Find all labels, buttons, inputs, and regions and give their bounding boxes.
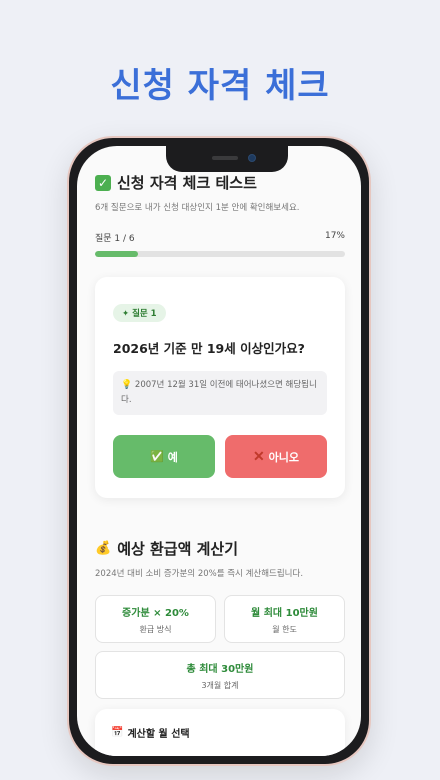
x-icon: ✕ — [252, 448, 265, 464]
month-select-card: 📅 계산할 월 선택 — [95, 709, 345, 756]
check-description: 6개 질문으로 내가 신청 대상인지 1분 안에 확인해보세요. — [95, 203, 300, 213]
calendar-icon: 📅 — [111, 727, 124, 738]
calculator-description: 2024년 대비 소비 증가분의 20%를 즉시 계산해드립니다. — [95, 569, 304, 579]
money-bag-icon: 💰 — [95, 541, 112, 556]
stat-card-total: 총 최대 30만원 3개월 합계 — [95, 651, 345, 699]
question-text: 2026년 기준 만 19세 이상인가요? — [113, 341, 305, 356]
progress-header: 질문 1 / 6 17% — [95, 231, 345, 244]
stat-card-rate: 증가분 × 20% 환급 방식 — [95, 595, 216, 643]
yes-label: 예 — [167, 451, 178, 464]
camera-icon — [248, 154, 256, 162]
stat-label: 월 한도 — [272, 624, 297, 634]
answer-buttons: ✅ 예 ✕ 아니오 — [113, 435, 327, 478]
check-title-text: 신청 자격 체크 테스트 — [117, 174, 257, 192]
no-label: 아니오 — [268, 451, 300, 464]
question-hint-text: 2007년 12월 31일 이전에 태어나셨으면 해당됩니다. — [121, 380, 317, 405]
question-hint: 💡 2007년 12월 31일 이전에 태어나셨으면 해당됩니다. — [113, 371, 327, 415]
progress-bar — [95, 251, 345, 257]
lightbulb-icon: 💡 — [121, 380, 133, 390]
progress-label: 질문 1 / 6 — [95, 234, 135, 244]
stat-card-monthly: 월 최대 10만원 월 한도 — [224, 595, 345, 643]
question-badge: ✦ 질문 1 — [113, 304, 166, 322]
no-button[interactable]: ✕ 아니오 — [225, 435, 327, 478]
stat-value: 월 최대 10만원 — [251, 607, 318, 619]
phone-screen: ✓ 신청 자격 체크 테스트 6개 질문으로 내가 신청 대상인지 1분 안에 … — [77, 146, 361, 756]
check-square-icon: ✓ — [95, 174, 111, 191]
progress-fill — [95, 251, 138, 257]
phone-notch — [166, 146, 288, 172]
question-card: ✦ 질문 1 2026년 기준 만 19세 이상인가요? 💡 2007년 12월… — [95, 277, 345, 498]
calculator-title-text: 예상 환급액 계산기 — [117, 540, 239, 558]
month-select-title: 📅 계산할 월 선택 — [111, 725, 329, 740]
phone-frame: ✓ 신청 자격 체크 테스트 6개 질문으로 내가 신청 대상인지 1분 안에 … — [67, 136, 371, 766]
stat-value: 총 최대 30만원 — [186, 663, 254, 675]
check-icon: ✅ — [150, 451, 164, 463]
stat-label: 환급 방식 — [139, 624, 172, 634]
stat-grid: 증가분 × 20% 환급 방식 월 최대 10만원 월 한도 총 최대 30만원… — [95, 595, 345, 699]
yes-button[interactable]: ✅ 예 — [113, 435, 215, 478]
check-section-title: ✓ 신청 자격 체크 테스트 — [95, 172, 345, 193]
month-title-text: 계산할 월 선택 — [127, 729, 190, 740]
stat-value: 증가분 × 20% — [122, 607, 189, 619]
stat-label: 3개월 합계 — [201, 680, 239, 690]
progress-percent: 17% — [324, 231, 345, 241]
hero-title: 신청 자격 체크 — [110, 66, 330, 106]
app-content: ✓ 신청 자격 체크 테스트 6개 질문으로 내가 신청 대상인지 1분 안에 … — [95, 172, 345, 756]
calculator-section-title: 💰 예상 환급액 계산기 — [95, 538, 345, 559]
speaker-grille — [212, 156, 238, 160]
